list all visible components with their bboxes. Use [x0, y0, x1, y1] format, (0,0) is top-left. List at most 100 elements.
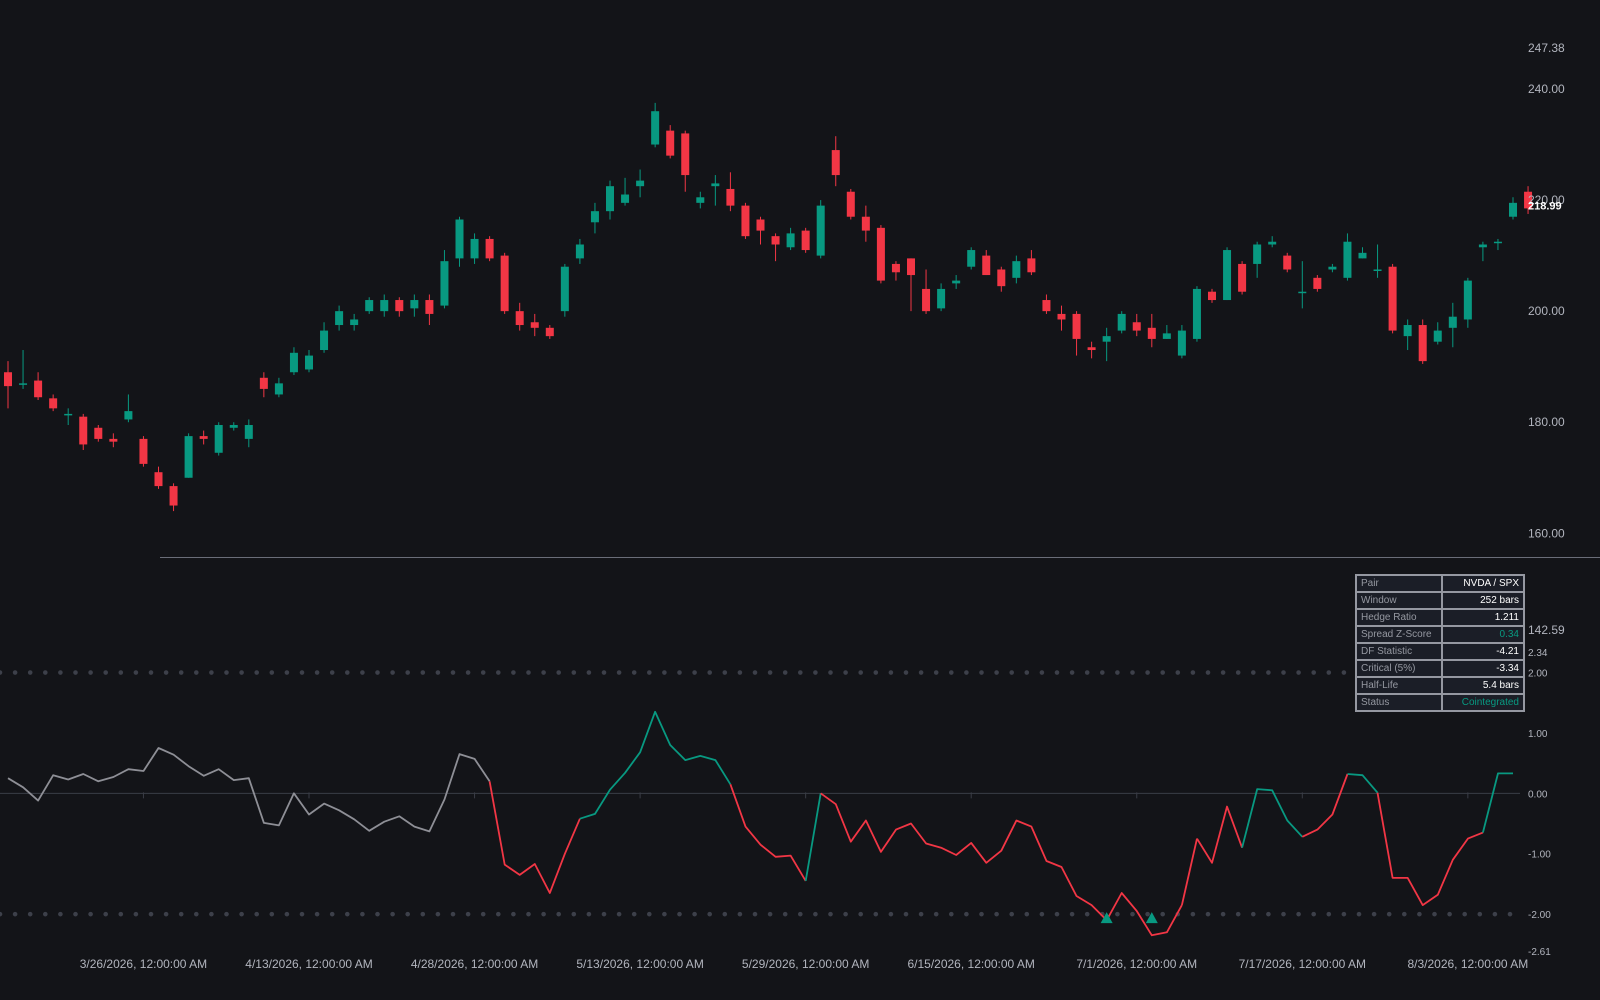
band-dot: [782, 670, 788, 675]
candle-body: [229, 425, 238, 428]
candle-body: [1298, 291, 1307, 294]
candle: [229, 422, 238, 431]
candle: [1403, 319, 1412, 351]
candle-body: [1102, 336, 1111, 342]
candle-body: [1027, 258, 1036, 273]
band-dot: [224, 911, 229, 917]
band-dot: [1205, 670, 1211, 675]
chart-canvas[interactable]: 247.38240.00220.00200.00180.00160.00142.…: [0, 0, 1600, 1000]
candle-body: [1132, 322, 1141, 331]
price-axis: 247.38240.00220.00200.00180.00160.00142.…: [1528, 41, 1565, 637]
candle-body: [590, 211, 599, 223]
band-dot: [1190, 911, 1196, 917]
candle-body: [711, 183, 720, 187]
stats-label: Status: [1355, 693, 1443, 712]
band-dot: [933, 670, 939, 675]
candle: [139, 436, 148, 467]
candle: [455, 216, 464, 267]
stats-value: -4.21: [1441, 642, 1525, 661]
band-dot: [752, 670, 758, 675]
band-dot: [239, 911, 244, 917]
band-dot: [1371, 911, 1377, 917]
candle: [891, 261, 900, 281]
candle-body: [350, 319, 359, 326]
candle-body: [1373, 269, 1382, 271]
candle: [109, 433, 118, 448]
candle-body: [184, 436, 193, 478]
candle: [515, 302, 524, 331]
band-dot: [88, 670, 93, 675]
band-dot: [1386, 911, 1392, 917]
price-tick-label: 180.00: [1528, 415, 1565, 429]
band-dot: [541, 670, 546, 675]
band-dot: [1281, 911, 1286, 917]
candle: [1117, 311, 1126, 334]
band-dot: [1069, 911, 1075, 917]
zscore-line-segment: [1181, 838, 1198, 906]
candle-body: [410, 300, 419, 309]
band-dot: [405, 670, 411, 675]
band-dot: [27, 911, 33, 917]
candle-body: [1343, 241, 1352, 278]
candle: [305, 350, 313, 373]
band-dot: [58, 670, 63, 675]
candle: [470, 233, 479, 264]
price-pane[interactable]: [4, 102, 1533, 512]
band-dot: [1266, 670, 1271, 675]
candle-body: [1328, 266, 1337, 270]
stats-label: Critical (5%): [1355, 659, 1443, 678]
candle: [365, 297, 374, 314]
candle-body: [1509, 202, 1517, 217]
band-dot: [707, 911, 712, 917]
candle-body: [756, 219, 765, 231]
zscore-line-segment: [579, 710, 732, 820]
candle: [666, 125, 675, 159]
band-dot: [722, 911, 728, 917]
band-dot: [1160, 670, 1165, 675]
price-tick-label: 142.59: [1528, 623, 1565, 637]
band-dot: [1160, 911, 1165, 917]
candle: [575, 238, 584, 264]
candle: [94, 425, 103, 442]
band-dot: [1492, 911, 1498, 917]
candle-body: [1192, 288, 1201, 339]
candle: [786, 227, 795, 251]
candle: [79, 413, 88, 450]
band-dot: [631, 911, 637, 917]
candle-body: [651, 111, 660, 145]
candle-body: [726, 188, 735, 206]
candle: [696, 191, 705, 209]
band-dot: [677, 911, 682, 917]
stats-row: Spread Z-Score 0.34: [1355, 625, 1525, 644]
candle-body: [1478, 244, 1487, 248]
band-dot: [375, 911, 380, 917]
stats-row: Critical (5%) -3.34: [1355, 659, 1525, 678]
candle-body: [320, 330, 329, 351]
zscore-pane[interactable]: [0, 670, 1520, 937]
candle-body: [575, 244, 584, 259]
band-dot: [329, 670, 335, 675]
band-dot: [329, 911, 335, 917]
candle: [606, 180, 614, 220]
candle: [64, 408, 73, 426]
time-tick-label: 4/28/2026, 12:00:00 AM: [411, 957, 538, 971]
candle: [982, 250, 991, 276]
band-dot: [390, 911, 395, 917]
candle: [199, 430, 208, 445]
candle-body: [846, 191, 855, 217]
time-tick-label: 7/17/2026, 12:00:00 AM: [1239, 957, 1366, 971]
zscore-tick-label: 1.00: [1528, 729, 1548, 740]
candle: [590, 202, 599, 234]
zscore-line-segment: [1347, 773, 1379, 794]
band-dot: [1311, 911, 1316, 917]
candle: [876, 225, 885, 284]
candle-body: [1208, 291, 1216, 301]
zscore-line-segment: [488, 781, 581, 894]
stats-value: 0.34: [1441, 625, 1525, 644]
candle-body: [1493, 241, 1502, 244]
band-dot: [692, 670, 697, 675]
band-dot: [194, 670, 199, 675]
price-tick-label: 240.00: [1528, 82, 1565, 96]
time-tick-label: 8/3/2026, 12:00:00 AM: [1407, 957, 1528, 971]
candle: [425, 294, 434, 326]
